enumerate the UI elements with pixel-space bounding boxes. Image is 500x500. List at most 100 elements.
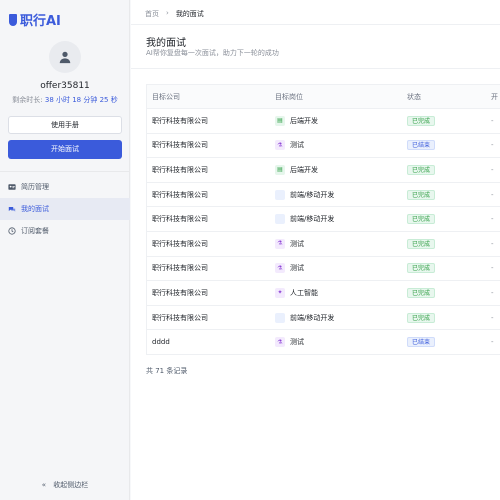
cell-position: ▤ 后端开发	[275, 115, 407, 126]
cell-status: 已完成	[407, 263, 491, 274]
total-records: 共 71 条记录	[146, 367, 188, 375]
position-label: 人工智能	[290, 288, 318, 297]
flask-icon: ⚗	[275, 140, 285, 151]
sidebar-item-label: 简历管理	[21, 183, 49, 191]
remaining-label: 剩余时长:	[12, 96, 43, 104]
interview-table: 目标公司 目标岗位 状态 开 职行科技有限公司 ▤ 后端开发 已完成 - 职行科技有限公司…	[146, 84, 500, 355]
status-badge: 已完成	[407, 263, 436, 274]
cell-company: 职行科技有限公司	[152, 288, 208, 297]
status-badge: 已结束	[407, 140, 436, 151]
cell-extra: -	[491, 165, 494, 174]
table-row[interactable]: 职行科技有限公司 ▤ 后端开发 已完成 -	[147, 109, 500, 134]
cell-position: ✦ 人工智能	[275, 287, 407, 298]
main-content: 首页 › 我的面试 我的面试 AI帮你复盘每一次面试，助力下一轮的成功 目标公司…	[131, 0, 500, 500]
breadcrumb-current: 我的面试	[175, 10, 204, 18]
sidebar-item-label: 订阅套餐	[21, 227, 49, 235]
status-badge: 已完成	[407, 115, 436, 126]
sidebar-item-resume[interactable]: 简历管理	[0, 176, 130, 198]
cell-company: 职行科技有限公司	[152, 190, 208, 199]
table-row[interactable]: 职行科技有限公司 前端/移动开发 已完成 -	[147, 207, 500, 232]
cell-company: dddd	[152, 338, 170, 347]
cell-company: 职行科技有限公司	[152, 116, 208, 125]
cell-position: 前端/移动开发	[275, 189, 407, 200]
cell-status: 已完成	[407, 287, 491, 298]
server-icon: ▤	[275, 115, 285, 126]
status-badge: 已完成	[407, 189, 436, 200]
chat-icon	[8, 207, 16, 212]
table-row[interactable]: dddd ⚗ 测试 已结束 -	[147, 330, 500, 355]
sparkle-icon: ✦	[275, 287, 285, 298]
clock-icon	[8, 227, 16, 235]
cell-extra: -	[491, 190, 494, 199]
sidebar-divider	[0, 171, 130, 172]
position-label: 测试	[290, 141, 304, 150]
avatar[interactable]	[49, 41, 81, 73]
user-icon	[59, 51, 71, 64]
cell-extra: -	[491, 338, 494, 347]
table-row[interactable]: 职行科技有限公司 前端/移动开发 已完成 -	[147, 183, 500, 208]
cell-status: 已结束	[407, 337, 491, 348]
start-interview-button[interactable]: 开始面试	[8, 140, 122, 159]
page-subtitle: AI帮你复盘每一次面试，助力下一轮的成功	[146, 49, 279, 57]
cell-extra: -	[491, 239, 494, 248]
cell-extra: -	[491, 141, 494, 150]
position-label: 测试	[290, 239, 304, 248]
col-position: 目标岗位	[275, 92, 303, 101]
cell-position: 前端/移动开发	[275, 312, 407, 323]
cell-status: 已完成	[407, 164, 491, 175]
table-row[interactable]: 职行科技有限公司 前端/移动开发 已完成 -	[147, 306, 500, 331]
cell-status: 已结束	[407, 140, 491, 151]
position-label: 前端/移动开发	[290, 190, 335, 199]
cell-position: ⚗ 测试	[275, 337, 407, 348]
id-card-icon	[8, 184, 16, 190]
breadcrumb-home[interactable]: 首页	[145, 9, 159, 19]
table-row[interactable]: 职行科技有限公司 ✦ 人工智能 已完成 -	[147, 281, 500, 306]
cell-position: 前端/移动开发	[275, 214, 407, 225]
cell-status: 已完成	[407, 189, 491, 200]
code-icon	[275, 312, 285, 323]
cell-status: 已完成	[407, 214, 491, 225]
flask-icon: ⚗	[275, 337, 285, 348]
position-label: 测试	[290, 264, 304, 273]
position-label: 前端/移动开发	[290, 215, 335, 224]
table-row[interactable]: 职行科技有限公司 ⚗ 测试 已完成 -	[147, 232, 500, 257]
manual-button[interactable]: 使用手册	[8, 116, 122, 134]
chevron-right-icon: ›	[166, 9, 169, 17]
sidebar-item-interviews[interactable]: 我的面试	[0, 198, 130, 220]
brand[interactable]: 职行AI	[9, 10, 61, 29]
collapse-sidebar-button[interactable]: « 收起侧边栏	[0, 480, 130, 490]
col-company: 目标公司	[152, 92, 180, 101]
cell-company: 职行科技有限公司	[152, 313, 208, 322]
col-extra: 开	[491, 92, 498, 101]
table-row[interactable]: 职行科技有限公司 ⚗ 测试 已完成 -	[147, 257, 500, 282]
double-chevron-left-icon: «	[41, 481, 47, 489]
cell-extra: -	[491, 264, 494, 273]
page-title: 我的面试	[146, 38, 186, 49]
table-row[interactable]: 职行科技有限公司 ▤ 后端开发 已完成 -	[147, 158, 500, 183]
sidebar-item-subscription[interactable]: 订阅套餐	[0, 220, 130, 242]
server-icon: ▤	[275, 164, 285, 175]
remaining-time: 剩余时长: 38 小时 18 分钟 25 秒	[0, 95, 130, 105]
table-body: 职行科技有限公司 ▤ 后端开发 已完成 - 职行科技有限公司 ⚗ 测试 已结束 - 职行科技有限公司…	[147, 109, 500, 355]
position-label: 测试	[290, 338, 304, 347]
cell-company: 职行科技有限公司	[152, 239, 208, 248]
username: offer35811	[40, 81, 90, 91]
table-header: 目标公司 目标岗位 状态 开	[147, 85, 500, 109]
status-badge: 已完成	[407, 214, 436, 225]
cell-status: 已完成	[407, 238, 491, 249]
position-label: 前端/移动开发	[290, 313, 335, 322]
status-badge: 已完成	[407, 287, 436, 298]
sidebar-item-label: 我的面试	[21, 205, 49, 213]
cell-extra: -	[491, 215, 494, 224]
cell-status: 已完成	[407, 312, 491, 323]
cell-company: 职行科技有限公司	[152, 264, 208, 273]
header-divider	[131, 24, 500, 25]
cell-extra: -	[491, 313, 494, 322]
app-root: 职行AI offer35811 剩余时长: 38 小时 18 分钟 25 秒 使…	[0, 0, 500, 500]
position-label: 后端开发	[290, 116, 318, 125]
table-row[interactable]: 职行科技有限公司 ⚗ 测试 已结束 -	[147, 134, 500, 159]
cell-company: 职行科技有限公司	[152, 215, 208, 224]
cell-position: ⚗ 测试	[275, 140, 407, 151]
code-icon	[275, 189, 285, 200]
remaining-value: 38 小时 18 分钟 25 秒	[44, 96, 118, 104]
